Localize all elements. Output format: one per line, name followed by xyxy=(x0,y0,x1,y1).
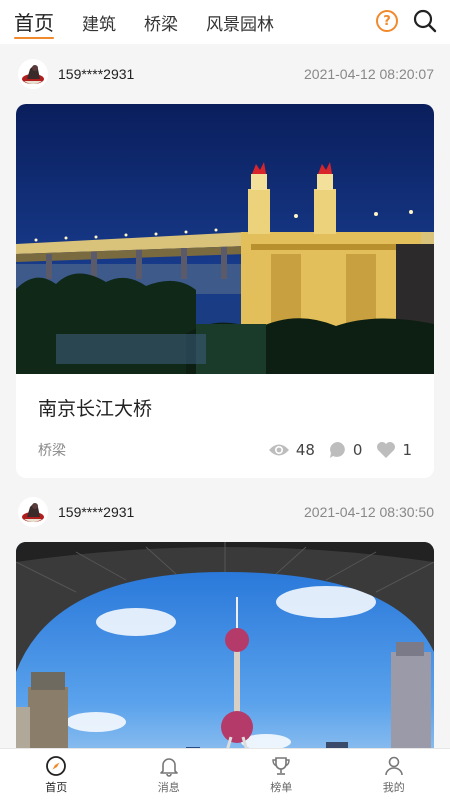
post-feed[interactable]: 159****2931 2021-04-12 08:20:07 南京长江大桥 桥… xyxy=(0,44,450,748)
avatar[interactable] xyxy=(18,59,48,89)
like-count[interactable]: 1 xyxy=(376,441,412,459)
comment-icon xyxy=(329,442,345,458)
post-title[interactable]: 南京长江大桥 xyxy=(16,374,434,432)
question-circle-icon[interactable]: ? xyxy=(376,10,398,32)
post-image[interactable] xyxy=(16,542,434,748)
nav-messages[interactable]: 消息 xyxy=(113,749,226,800)
avatar-image xyxy=(22,65,44,84)
avatar-image xyxy=(22,503,44,522)
post-stats: 48 0 1 xyxy=(254,441,412,459)
bottom-nav: 首页 消息 榜单 我的 xyxy=(0,748,450,800)
nav-home[interactable]: 首页 xyxy=(0,749,113,800)
avatar[interactable] xyxy=(18,497,48,527)
post-timestamp: 2021-04-12 08:30:50 xyxy=(304,504,434,520)
post-header: 159****2931 2021-04-12 08:30:50 xyxy=(0,482,450,542)
like-count-value: 1 xyxy=(402,441,412,459)
post-item: 159****2931 2021-04-12 08:20:07 南京长江大桥 桥… xyxy=(0,44,450,478)
view-count-value: 48 xyxy=(295,441,315,459)
nav-profile-label: 我的 xyxy=(382,780,405,794)
post-image[interactable] xyxy=(16,104,434,374)
nav-home-label: 首页 xyxy=(45,780,68,794)
eye-icon xyxy=(268,444,289,456)
nav-rankings-label: 榜单 xyxy=(270,780,293,794)
category-tabs: 首页 建筑 桥梁 风景园林 xyxy=(14,0,302,44)
post-meta: 桥梁 48 0 1 xyxy=(16,432,434,478)
heart-icon xyxy=(377,442,396,458)
trophy-icon xyxy=(272,756,290,775)
username[interactable]: 159****2931 xyxy=(58,504,134,520)
nav-messages-label: 消息 xyxy=(157,780,180,794)
nav-profile[interactable]: 我的 xyxy=(338,749,450,800)
user-icon xyxy=(384,756,403,775)
tab-bridges[interactable]: 桥梁 xyxy=(144,0,178,44)
username[interactable]: 159****2931 xyxy=(58,66,134,82)
tab-architecture[interactable]: 建筑 xyxy=(82,0,116,44)
compass-icon xyxy=(46,755,67,776)
bell-icon xyxy=(159,757,178,777)
nav-rankings[interactable]: 榜单 xyxy=(225,749,338,800)
post-header: 159****2931 2021-04-12 08:20:07 xyxy=(0,44,450,104)
tab-landscape[interactable]: 风景园林 xyxy=(206,0,274,44)
search-icon[interactable] xyxy=(412,8,438,34)
post-card[interactable] xyxy=(16,542,434,748)
tab-home[interactable]: 首页 xyxy=(14,0,54,44)
comment-count[interactable]: 0 xyxy=(329,441,363,459)
post-timestamp: 2021-04-12 08:20:07 xyxy=(304,66,434,82)
post-item: 159****2931 2021-04-12 08:30:50 xyxy=(0,482,450,748)
top-actions: ? xyxy=(376,8,438,34)
view-count: 48 xyxy=(268,441,315,459)
comment-count-value: 0 xyxy=(352,441,363,459)
post-category[interactable]: 桥梁 xyxy=(38,440,66,460)
top-bar: 首页 建筑 桥梁 风景园林 ? xyxy=(0,0,450,44)
post-card[interactable]: 南京长江大桥 桥梁 48 0 1 xyxy=(16,104,434,478)
